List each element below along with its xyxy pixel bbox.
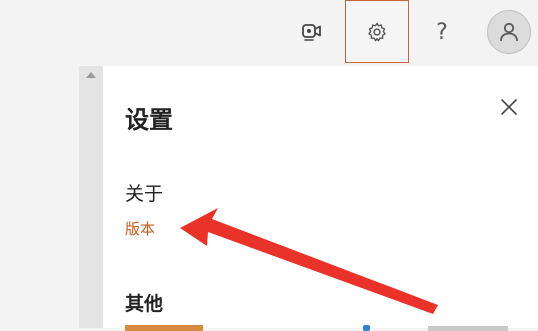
help-button[interactable]: ? bbox=[420, 0, 464, 64]
version-link[interactable]: 版本 bbox=[125, 218, 155, 239]
close-button[interactable] bbox=[498, 96, 520, 118]
scroll-up-arrow-icon[interactable] bbox=[86, 72, 96, 78]
settings-panel: 设置 关于 版本 其他 bbox=[103, 66, 538, 331]
gear-icon bbox=[368, 22, 386, 41]
partial-text-cutoff bbox=[428, 323, 513, 331]
panel-scrollbar[interactable] bbox=[79, 66, 103, 328]
person-icon bbox=[500, 22, 518, 42]
panel-title: 设置 bbox=[125, 106, 173, 134]
account-button[interactable] bbox=[484, 0, 534, 64]
partial-link-cutoff[interactable] bbox=[125, 323, 205, 331]
help-icon: ? bbox=[436, 19, 448, 45]
close-icon bbox=[501, 99, 517, 115]
other-heading: 其他 bbox=[125, 293, 164, 315]
settings-button[interactable] bbox=[345, 0, 409, 63]
avatar bbox=[487, 10, 531, 54]
meet-now-button[interactable] bbox=[290, 0, 334, 64]
about-heading: 关于 bbox=[125, 183, 164, 205]
top-toolbar: ? bbox=[0, 0, 538, 66]
partial-icon-cutoff bbox=[361, 323, 371, 331]
meet-now-icon bbox=[302, 24, 321, 41]
